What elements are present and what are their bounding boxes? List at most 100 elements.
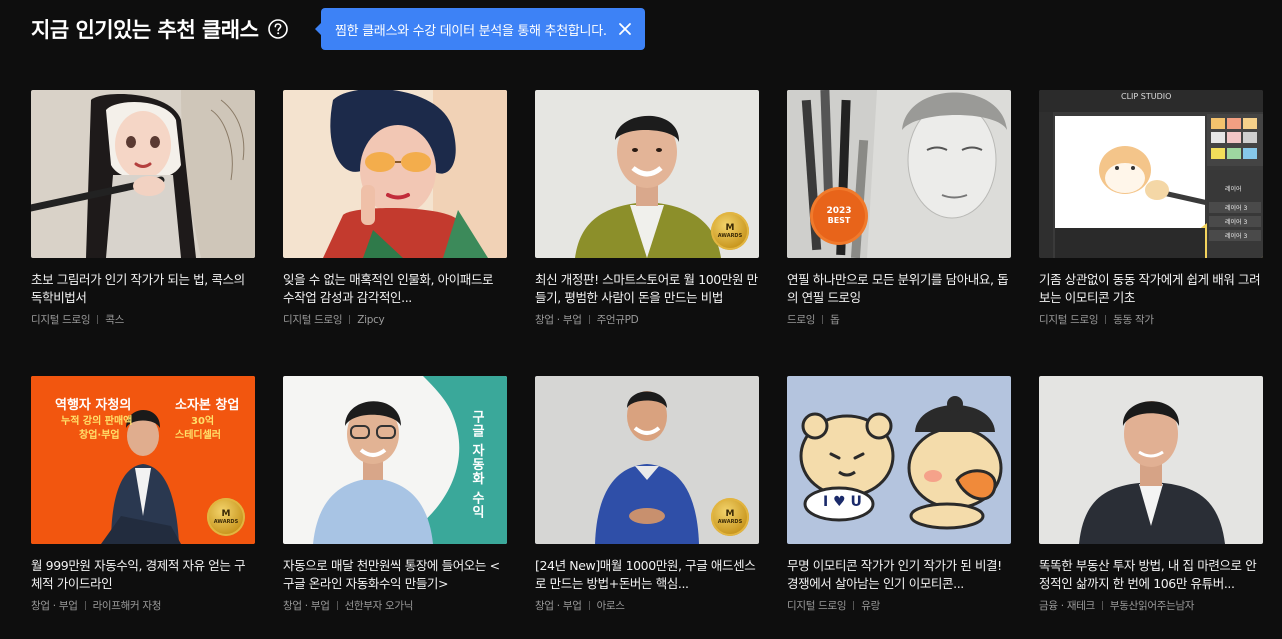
class-title[interactable]: 연필 하나만으로 모든 분위기를 담아내요, 돕의 연필 드로잉 [787,271,1011,307]
class-title[interactable]: 기좀 상관없이 동동 작가에게 쉽게 배워 그려보는 이모티콘 기초 [1039,271,1263,307]
class-card[interactable]: M AWARDS 최신 개정판! 스마트스토어로 월 100만원 만들기, 평범… [535,90,759,376]
class-meta: 드로잉 돕 [787,312,1011,327]
class-card[interactable]: 초보 그림러가 인기 작가가 되는 법, 콕스의 독학비법서 디지털 드로잉 콕… [31,90,255,376]
class-creator: 유랑 [861,600,880,612]
class-category: 디지털 드로잉 [283,314,343,326]
class-creator: 돕 [830,314,840,326]
class-category: 디지털 드로잉 [1039,314,1099,326]
overlay-line: 누적 강의 판매액 [61,416,133,427]
award-badge: M AWARDS [207,498,245,536]
overlay-heading-left: 역행자 자청의 [55,398,132,413]
class-creator: Zipcy [357,313,385,326]
layer-label: 레이어 3 [1225,233,1248,240]
class-title[interactable]: 무명 이모티콘 작가가 인기 작가가 된 비결! 경쟁에서 살아남는 인기 이모… [787,557,1011,593]
tooltip-arrow [315,23,321,35]
class-category: 창업 · 부업 [535,314,582,326]
class-meta: 디지털 드로잉 동동 작가 [1039,312,1263,327]
class-thumbnail[interactable]: M AWARDS [535,90,759,258]
class-creator: 부동산읽어주는남자 [1109,600,1195,612]
class-creator: 콕스 [105,314,124,326]
class-thumbnail[interactable]: 2023 BEST [787,90,1011,258]
meta-divider [97,315,99,324]
meta-divider [588,601,590,610]
thumbnail-illustration [787,376,1011,544]
class-meta: 디지털 드로잉 유랑 [787,598,1011,613]
class-meta: 금융 · 재테크 부동산읽어주는남자 [1039,598,1263,613]
layer-label: 레이어 [1225,186,1242,193]
meta-divider [588,315,590,324]
overlay-line: 창업·부업 [79,430,120,441]
class-card[interactable]: 똑똑한 부동산 투자 방법, 내 집 마련으로 안정적인 삶까지 한 번에 10… [1039,376,1263,639]
award-badge: M AWARDS [711,212,749,250]
class-meta: 디지털 드로잉 Zipcy [283,312,507,327]
award-badge: M AWARDS [711,498,749,536]
class-meta: 창업 · 부업 라이프해커 자청 [31,598,255,613]
recommendation-tooltip: 찜한 클래스와 수강 데이터 분석을 통해 추천합니다. [315,8,645,50]
class-thumbnail[interactable] [31,90,255,258]
section-title: 지금 인기있는 추천 클래스 [31,18,259,42]
class-thumbnail[interactable] [1039,376,1263,544]
class-category: 창업 · 부업 [31,600,78,612]
class-thumbnail[interactable]: 구글 자동화 수익 [283,376,507,544]
close-icon[interactable] [617,21,633,37]
class-card[interactable]: I ♥ U 무명 이모티콘 작가가 인기 작가가 된 비결! 경쟁에서 살아남는… [787,376,1011,639]
class-meta: 창업 · 부업 선한부자 오가닉 [283,598,507,613]
section-header: 지금 인기있는 추천 클래스 [31,8,289,50]
recommended-classes-section: 지금 인기있는 추천 클래스 찜한 클래스와 수강 데이터 분석을 통해 추천합… [0,0,1282,639]
class-title[interactable]: 초보 그림러가 인기 작가가 되는 법, 콕스의 독학비법서 [31,271,255,307]
class-card[interactable]: M AWARDS [24년 New]매월 1000만원, 구글 애드센스로 만드… [535,376,759,639]
class-category: 드로잉 [787,314,816,326]
class-title[interactable]: 똑똑한 부동산 투자 방법, 내 집 마련으로 안정적인 삶까지 한 번에 10… [1039,557,1263,593]
class-category: 창업 · 부업 [535,600,582,612]
class-creator: 주언규PD [596,314,639,326]
class-card[interactable]: 잊을 수 없는 매혹적인 인물화, 아이패드로 수작업 감성과 감각적인... … [283,90,507,376]
class-meta: 창업 · 부업 주언규PD [535,312,759,327]
class-thumbnail[interactable]: 역행자 자청의 소자본 창업 누적 강의 판매액 30억 창업·부업 스테디셀러… [31,376,255,544]
class-thumbnail[interactable]: M AWARDS [535,376,759,544]
class-meta: 디지털 드로잉 콕스 [31,312,255,327]
class-title[interactable]: 월 999만원 자동수익, 경제적 자유 얻는 구체적 가이드라인 [31,557,255,593]
meta-divider [84,601,86,610]
class-thumbnail[interactable]: CLIP STUDIO 레이어 레이어 3 레이어 3 레이어 3 [1039,90,1263,258]
meta-divider [853,601,855,610]
overlay-heading-right: 소자본 창업 [175,398,240,413]
meta-divider [1105,315,1107,324]
layer-label: 레이어 3 [1225,219,1248,226]
meta-divider [349,315,351,324]
vertical-title: 구글 자동화 수익 [469,410,484,520]
class-meta: 창업 · 부업 아로스 [535,598,759,613]
thumbnail-photo [1039,376,1263,544]
class-card[interactable]: 역행자 자청의 소자본 창업 누적 강의 판매액 30억 창업·부업 스테디셀러… [31,376,255,639]
class-category: 금융 · 재테크 [1039,600,1095,612]
tooltip-text: 찜한 클래스와 수강 데이터 분석을 통해 추천합니다. [335,23,607,39]
meta-divider [336,601,338,610]
class-category: 디지털 드로잉 [787,600,847,612]
class-card[interactable]: 2023 BEST 연필 하나만으로 모든 분위기를 담아내요, 돕의 연필 드… [787,90,1011,376]
app-title-label: CLIP STUDIO [1121,92,1172,101]
class-category: 창업 · 부업 [283,600,330,612]
sticker-text: I ♥ U [823,494,862,510]
best-badge: 2023 BEST [813,190,865,242]
class-creator: 동동 작가 [1113,314,1154,326]
class-creator: 아로스 [596,600,625,612]
question-circle-icon[interactable] [268,19,289,39]
meta-divider [822,315,824,324]
class-category: 디지털 드로잉 [31,314,91,326]
class-title[interactable]: 최신 개정판! 스마트스토어로 월 100만원 만들기, 평범한 사람이 돈을 … [535,271,759,307]
thumbnail-illustration [283,90,507,258]
class-card-grid: 초보 그림러가 인기 작가가 되는 법, 콕스의 독학비법서 디지털 드로잉 콕… [31,90,1263,639]
class-thumbnail[interactable]: I ♥ U [787,376,1011,544]
overlay-line: 스테디셀러 [175,430,221,441]
class-title[interactable]: 자동으로 매달 천만원씩 통장에 들어오는 <구글 온라인 자동화수익 만들기> [283,557,507,593]
class-thumbnail[interactable] [283,90,507,258]
thumbnail-illustration [31,90,255,258]
overlay-line: 30억 [191,416,215,427]
class-title[interactable]: [24년 New]매월 1000만원, 구글 애드센스로 만드는 방법+돈버는 … [535,557,759,593]
meta-divider [1101,601,1103,610]
class-card[interactable]: 구글 자동화 수익 자동으로 매달 천만원씩 통장에 들어오는 <구글 온라인 … [283,376,507,639]
class-title[interactable]: 잊을 수 없는 매혹적인 인물화, 아이패드로 수작업 감성과 감각적인... [283,271,507,307]
class-creator: 선한부자 오가닉 [344,600,414,612]
class-card[interactable]: CLIP STUDIO 레이어 레이어 3 레이어 3 레이어 3 기좀 상관없… [1039,90,1263,376]
layer-label: 레이어 3 [1225,205,1248,212]
class-creator: 라이프해커 자청 [92,600,162,612]
